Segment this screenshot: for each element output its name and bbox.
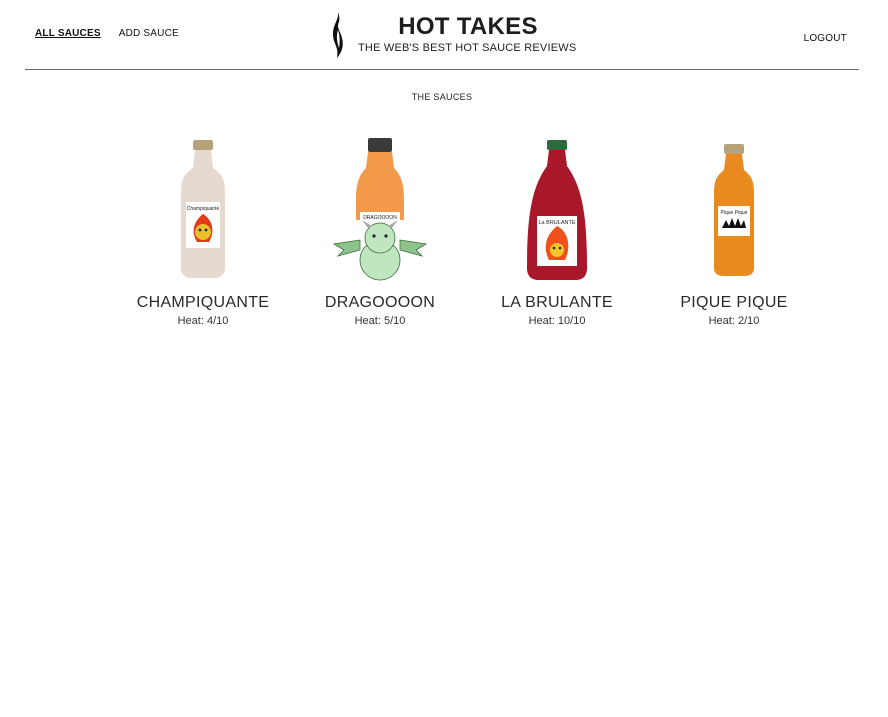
sauce-name: LA BRULANTE (501, 294, 613, 311)
sauce-image: DRAGOOOON (332, 138, 428, 281)
sauce-heat: Heat: 2/10 (708, 315, 760, 327)
main-nav: ALL SAUCES ADD SAUCE (35, 28, 179, 39)
sauce-name: DRAGOOOON (324, 294, 436, 311)
sauce-heat: Heat: 10/10 (528, 315, 586, 327)
flame-icon (333, 12, 343, 58)
brand: HOT TAKES THE WEB'S BEST HOT SAUCE REVIE… (330, 10, 577, 60)
sauce-image: Champiquante (181, 140, 225, 278)
sauce-image: La BRULANTE (527, 140, 587, 280)
sauce-image: Pique Pique (714, 144, 754, 276)
logout-button[interactable]: LOGOUT (804, 33, 847, 44)
bottle-label-text: La BRULANTE (539, 220, 576, 226)
site-subtitle: THE WEB'S BEST HOT SAUCE REVIEWS (358, 42, 577, 54)
user-nav: LOGOUT (804, 28, 847, 46)
sauce-name: CHAMPIQUANTE (136, 294, 270, 311)
sauce-card-champiquante[interactable]: Champiquante CHAMPIQUANTE Heat: 4/10 (128, 128, 278, 333)
site-title: HOT TAKES (398, 13, 538, 40)
sauce-heat: Heat: 4/10 (177, 315, 229, 327)
nav-add-sauce[interactable]: ADD SAUCE (119, 28, 179, 39)
bottle-label-text: DRAGOOOON (363, 215, 397, 221)
sauce-card-la-brulante[interactable]: La BRULANTE LA BRULANTE Heat: 10/10 (482, 128, 632, 333)
sauce-card-dragoooon[interactable]: DRAGOOOON DRAGOOOON Heat: 5/10 (305, 128, 455, 333)
bottle-label-text: Champiquante (187, 206, 220, 212)
sauce-name: PIQUE PIQUE (680, 294, 788, 311)
site-header: ALL SAUCES ADD SAUCE HOT TAKES THE WEB'S… (25, 0, 859, 70)
bottle-label-text: Pique Pique (721, 210, 748, 216)
sauce-card-pique-pique[interactable]: Pique Pique PIQUE PIQUE Heat: 2/10 (659, 128, 809, 333)
sauce-heat: Heat: 5/10 (354, 315, 406, 327)
section-title: THE SAUCES (411, 92, 473, 102)
nav-all-sauces[interactable]: ALL SAUCES (35, 28, 101, 39)
